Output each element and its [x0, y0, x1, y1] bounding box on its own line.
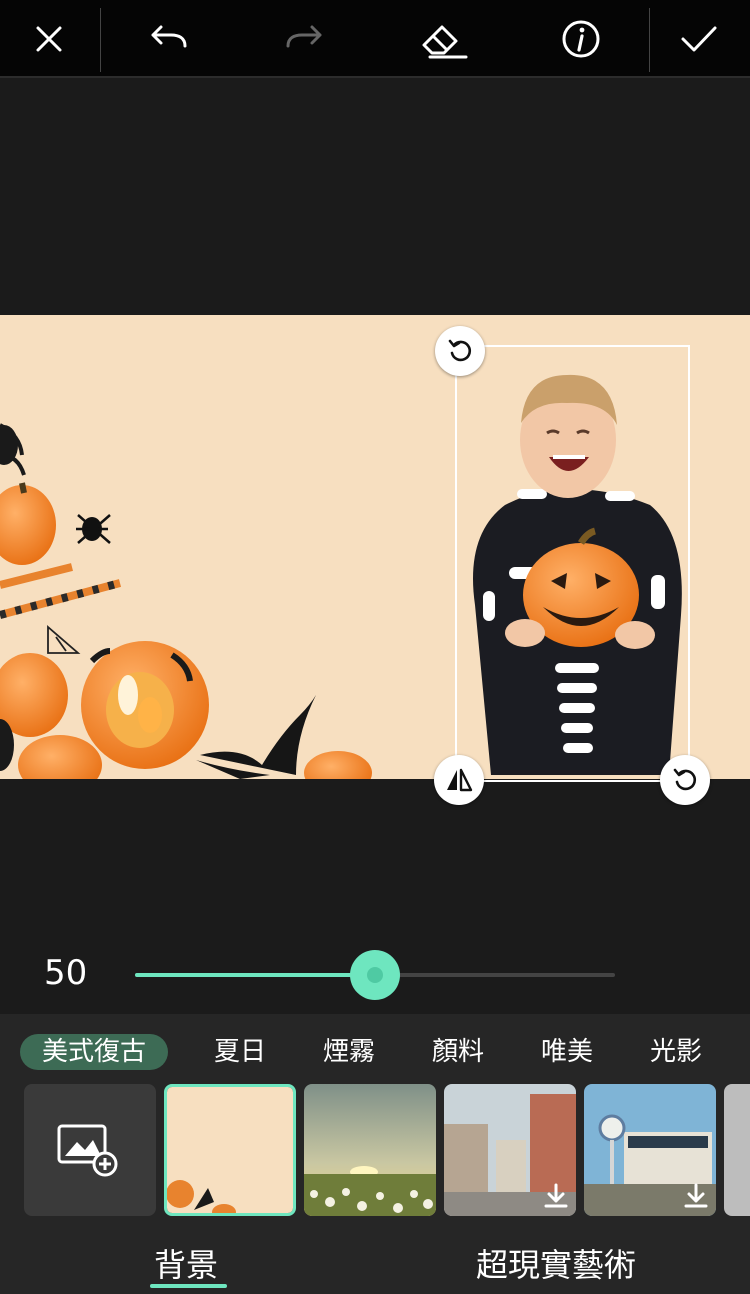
rotate-handle-bottom[interactable]: [660, 755, 710, 805]
thumbnail-old-town[interactable]: [444, 1084, 576, 1216]
close-icon: [36, 26, 62, 52]
category-paint[interactable]: 顏料: [432, 1034, 484, 1070]
active-tab-indicator: [150, 1284, 227, 1288]
flip-handle[interactable]: [434, 755, 484, 805]
undo-icon: [151, 25, 187, 48]
undo-button[interactable]: [133, 4, 203, 74]
eraser-button[interactable]: [407, 4, 477, 74]
toolbar-divider: [100, 8, 101, 72]
check-icon: [681, 26, 717, 52]
category-light-shadow[interactable]: 光影: [650, 1034, 702, 1070]
tab-background[interactable]: 背景: [154, 1240, 218, 1286]
add-photo-button[interactable]: [24, 1084, 156, 1216]
rotate-icon: [448, 339, 472, 362]
close-button[interactable]: [14, 4, 84, 74]
eraser-icon: [422, 25, 468, 59]
bottom-tabs: 背景 超現實藝術: [0, 1240, 750, 1294]
opacity-slider[interactable]: [135, 950, 615, 1000]
slider-value: 50: [44, 953, 88, 993]
thumbnail-image: [304, 1084, 436, 1216]
selection-box[interactable]: [455, 345, 690, 782]
thumbnail-garage[interactable]: [584, 1084, 716, 1216]
category-american-retro[interactable]: 美式復古: [20, 1034, 169, 1070]
thumbnail-image: [167, 1087, 293, 1213]
toolbar-divider: [649, 8, 650, 72]
download-icon[interactable]: [542, 1182, 570, 1210]
slider-knob[interactable]: [350, 950, 400, 1000]
redo-button[interactable]: [270, 4, 340, 74]
download-icon[interactable]: [682, 1182, 710, 1210]
tab-surreal-art[interactable]: 超現實藝術: [476, 1240, 636, 1286]
add-image-icon: [57, 1124, 118, 1177]
info-button[interactable]: [546, 4, 616, 74]
thumbnail-flower-field[interactable]: [304, 1084, 436, 1216]
flip-icon: [447, 768, 473, 792]
category-aesthetic[interactable]: 唯美: [541, 1034, 593, 1070]
redo-icon: [286, 25, 322, 48]
rotate-handle-top[interactable]: [435, 326, 485, 376]
thumbnail-partial[interactable]: [724, 1084, 750, 1216]
thumbnail-halloween[interactable]: [164, 1084, 296, 1216]
top-toolbar: [0, 0, 750, 78]
background-panel: 美式復古 夏日 煙霧 顏料 唯美 光影 背景 超現實藝術: [0, 1014, 750, 1294]
category-bar: 美式復古 夏日 煙霧 顏料 唯美 光影: [0, 1034, 750, 1072]
category-smoke[interactable]: 煙霧: [323, 1034, 375, 1070]
background-thumbnails: [0, 1084, 750, 1216]
confirm-button[interactable]: [664, 4, 734, 74]
category-summer[interactable]: 夏日: [214, 1034, 266, 1070]
info-icon: [562, 20, 600, 58]
rotate-icon: [673, 768, 697, 791]
slider-fill: [135, 973, 375, 977]
